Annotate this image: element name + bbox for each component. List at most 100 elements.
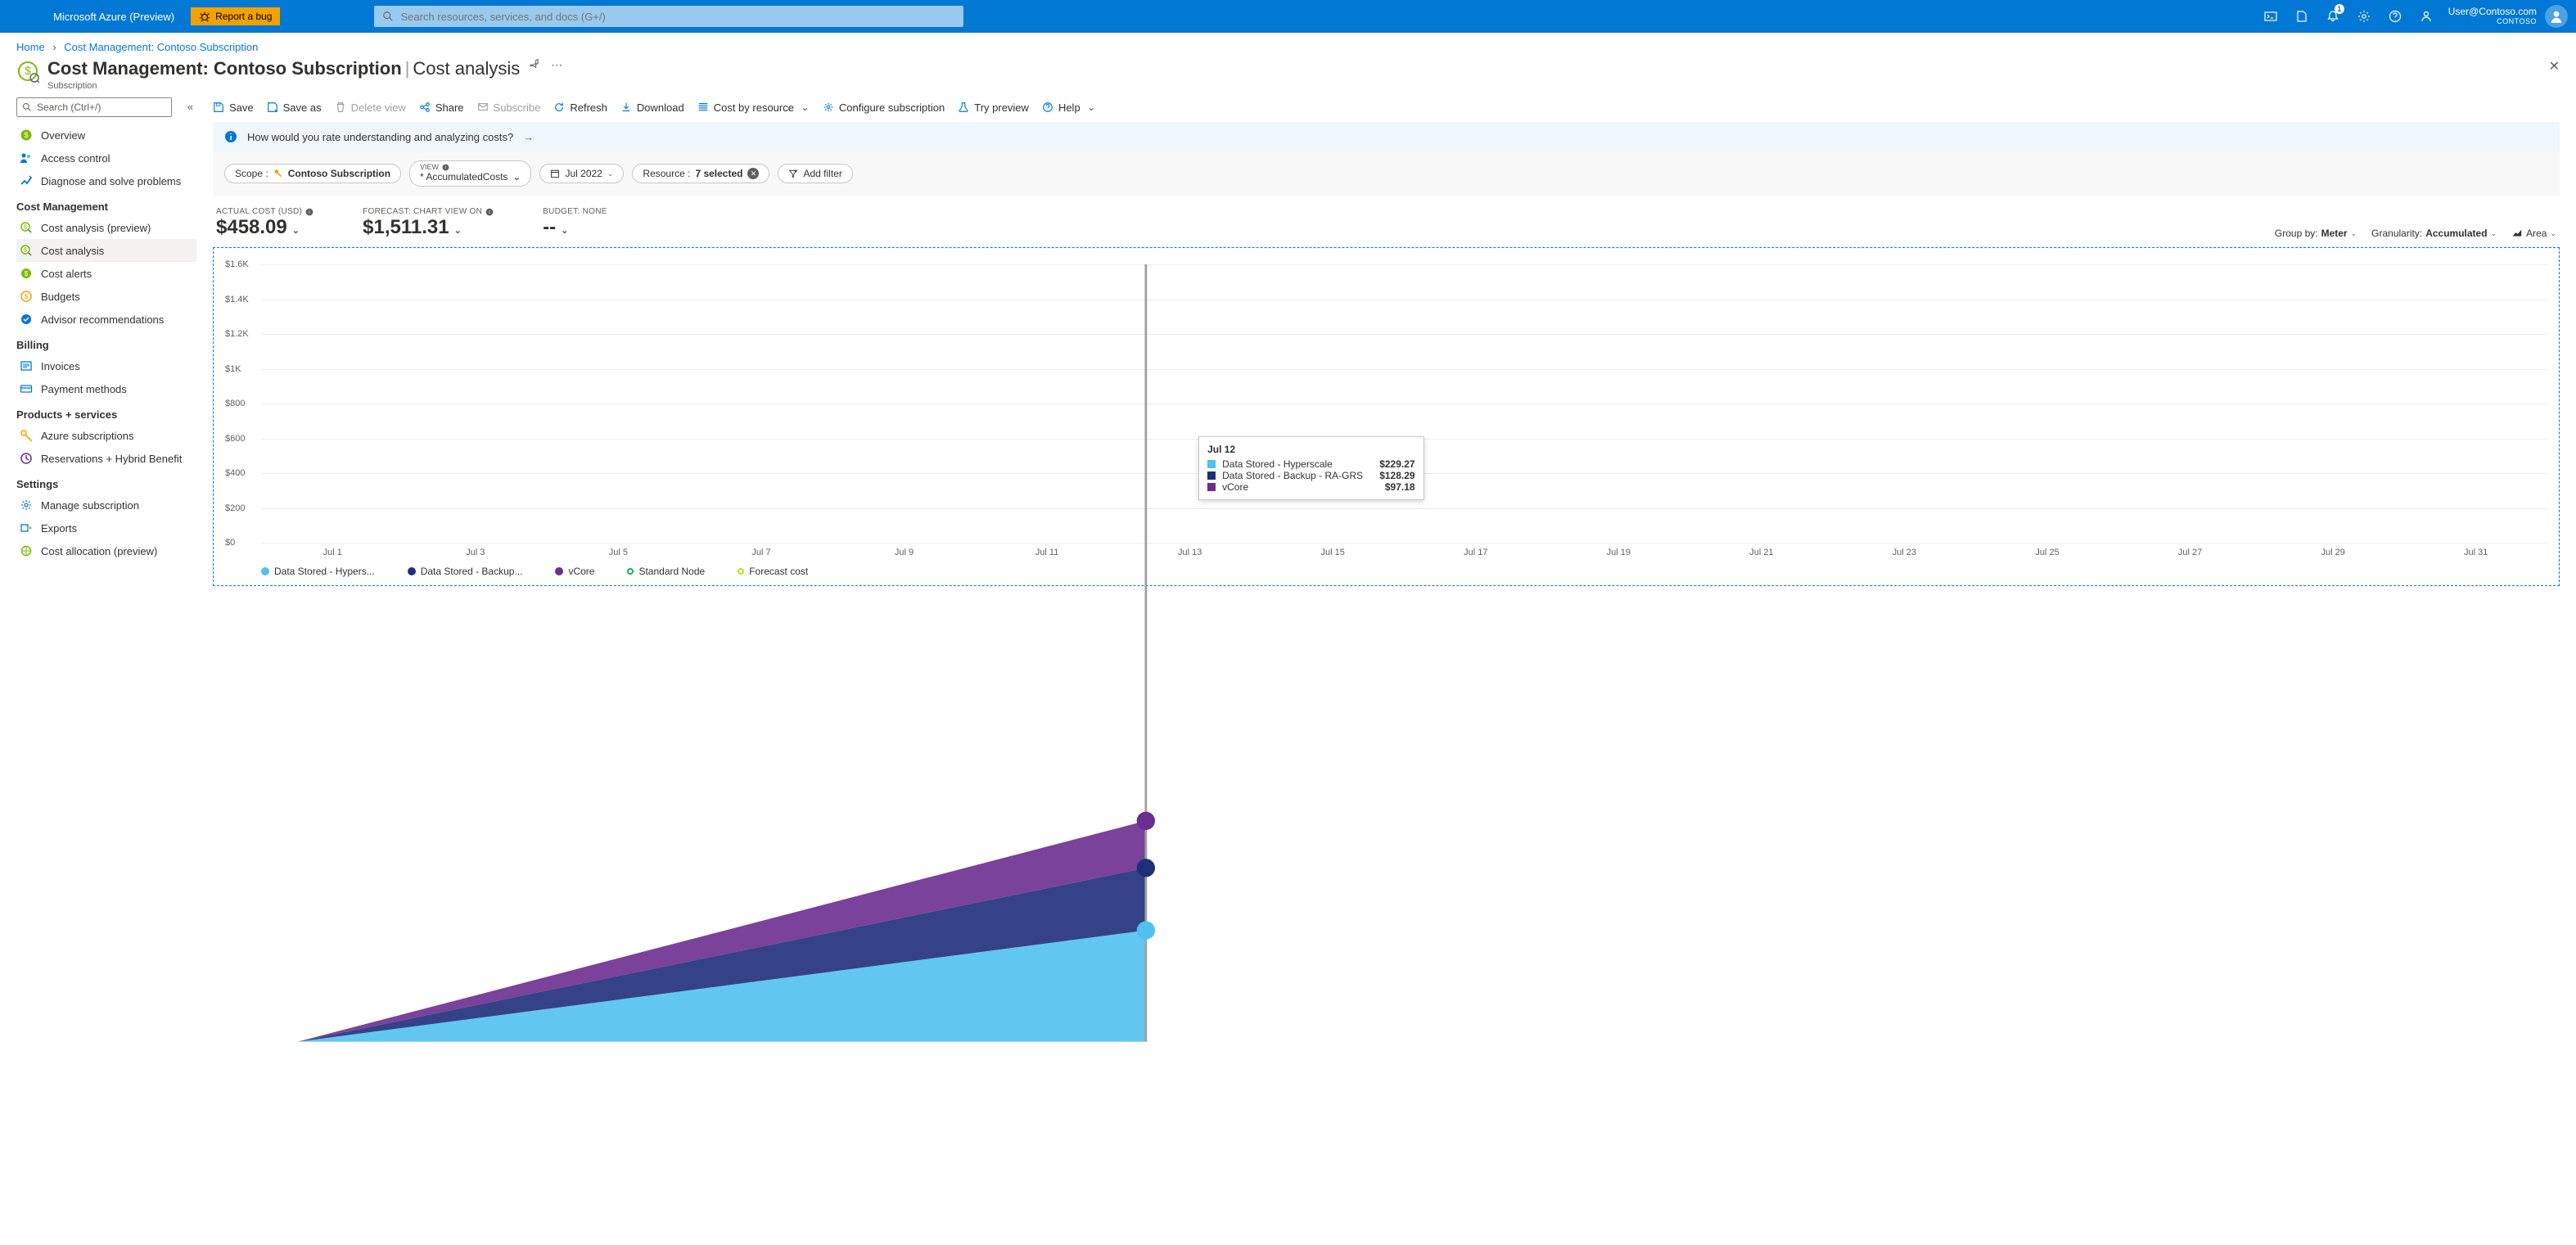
- title-bar: $ Cost Management: Contoso Subscription|…: [0, 58, 2576, 97]
- budget-icon: $: [20, 290, 33, 303]
- try-preview-button[interactable]: Try preview: [958, 101, 1029, 114]
- sidebar-item-cost-alerts[interactable]: $Cost alerts: [16, 262, 196, 285]
- breadcrumb-home[interactable]: Home: [16, 41, 45, 53]
- sidebar-item-cost-analysis[interactable]: $Cost analysis: [16, 239, 196, 262]
- sidebar: « Search (Ctrl+/) $Overview Access contr…: [16, 97, 196, 586]
- sidebar-item-reservations[interactable]: Reservations + Hybrid Benefit: [16, 447, 196, 470]
- help-icon[interactable]: [2381, 0, 2409, 33]
- chart-type-selector[interactable]: Area⌄: [2511, 228, 2556, 239]
- sidebar-item-exports[interactable]: Exports: [16, 516, 196, 539]
- cost-by-resource-button[interactable]: Cost by resource⌄: [697, 101, 810, 114]
- configure-button[interactable]: Configure subscription: [823, 101, 945, 114]
- chart-plot-area[interactable]: $1.6K $1.4K $1.2K $1K $800 $600 $400 $20…: [261, 264, 2547, 543]
- top-icons: 1: [2257, 0, 2440, 33]
- sidebar-item-budgets[interactable]: $Budgets: [16, 285, 196, 308]
- page-title: Cost Management: Contoso Subscription|Co…: [47, 58, 520, 79]
- feedback-icon[interactable]: [2412, 0, 2440, 33]
- metrics-row: ACTUAL COST (USD) i $458.09⌄ FORECAST: C…: [213, 196, 2560, 244]
- user-account[interactable]: User@Contoso.com CONTOSO: [2440, 7, 2545, 25]
- top-bar: Microsoft Azure (Preview) Report a bug 1…: [0, 0, 2576, 33]
- svg-text:$: $: [25, 270, 29, 277]
- user-email: User@Contoso.com: [2448, 7, 2537, 17]
- info-icon: i: [485, 208, 494, 216]
- chart-container: $1.6K $1.4K $1.2K $1K $800 $600 $400 $20…: [213, 247, 2560, 586]
- svg-text:i: i: [445, 165, 446, 170]
- feedback-banner[interactable]: How would you rate understanding and ana…: [213, 122, 2560, 152]
- brand[interactable]: Microsoft Azure (Preview): [0, 11, 184, 23]
- sidebar-item-access-control[interactable]: Access control: [16, 147, 196, 169]
- area-chart-icon: [2511, 228, 2523, 239]
- swatch: [1207, 483, 1216, 491]
- granularity-selector[interactable]: Granularity: Accumulated⌄: [2371, 228, 2497, 239]
- chart-svg: [261, 264, 2547, 1042]
- sidebar-item-cost-allocation[interactable]: Cost allocation (preview): [16, 539, 196, 562]
- banner-text: How would you rate understanding and ana…: [247, 131, 513, 143]
- groupby-selector[interactable]: Group by: Meter⌄: [2275, 228, 2357, 239]
- report-bug-button[interactable]: Report a bug: [191, 7, 280, 25]
- sidebar-item-cost-analysis-preview[interactable]: $Cost analysis (preview): [16, 216, 196, 239]
- allocation-icon: [20, 544, 33, 557]
- swatch: [1207, 460, 1216, 468]
- info-icon: i: [442, 164, 449, 171]
- view-selector[interactable]: VIEW i * AccumulatedCosts⌄: [409, 160, 531, 187]
- invoice-icon: [20, 359, 33, 372]
- metric-budget[interactable]: BUDGET: NONE --⌄: [543, 207, 607, 239]
- global-search[interactable]: [374, 6, 963, 27]
- collapse-sidebar-icon[interactable]: «: [187, 101, 193, 113]
- breadcrumb-current[interactable]: Cost Management: Contoso Subscription: [64, 41, 258, 53]
- sidebar-item-diagnose[interactable]: Diagnose and solve problems: [16, 169, 196, 192]
- metric-forecast[interactable]: FORECAST: CHART VIEW ON i $1,511.31⌄: [363, 207, 494, 239]
- command-bar: Save Save as Delete view Share Subscribe…: [213, 97, 2560, 122]
- refresh-button[interactable]: Refresh: [553, 101, 607, 114]
- metric-actual-cost[interactable]: ACTUAL COST (USD) i $458.09⌄: [216, 207, 314, 239]
- sidebar-search[interactable]: Search (Ctrl+/): [16, 97, 172, 117]
- diagnose-icon: [20, 174, 33, 187]
- svg-text:$: $: [25, 293, 29, 300]
- more-icon[interactable]: ⋯: [551, 58, 562, 72]
- remove-filter-icon[interactable]: ✕: [747, 168, 759, 179]
- pin-icon[interactable]: [530, 58, 541, 70]
- chart-controls: Group by: Meter⌄ Granularity: Accumulate…: [2275, 228, 2556, 239]
- scope-selector[interactable]: Scope : Contoso Subscription: [224, 164, 401, 183]
- avatar[interactable]: [2545, 5, 2568, 28]
- settings-icon[interactable]: [2350, 0, 2378, 33]
- user-org: CONTOSO: [2448, 18, 2537, 26]
- add-filter-button[interactable]: Add filter: [778, 164, 852, 183]
- info-icon: [224, 130, 237, 143]
- directory-icon[interactable]: [2288, 0, 2316, 33]
- sidebar-item-advisor[interactable]: Advisor recommendations: [16, 308, 196, 331]
- global-search-input[interactable]: [400, 11, 955, 23]
- notifications-icon[interactable]: 1: [2319, 0, 2347, 33]
- sidebar-group-heading: Products + services: [16, 400, 196, 424]
- alert-icon: $: [20, 267, 33, 280]
- svg-text:$: $: [24, 225, 27, 231]
- share-button[interactable]: Share: [419, 101, 464, 114]
- key-icon: [20, 429, 33, 442]
- resource-filter[interactable]: Resource : 7 selected ✕: [632, 164, 769, 183]
- save-button[interactable]: Save: [213, 101, 254, 114]
- analysis-icon: $: [20, 221, 33, 234]
- help-button[interactable]: Help⌄: [1042, 101, 1096, 114]
- svg-text:$: $: [24, 131, 28, 139]
- sidebar-item-subscriptions[interactable]: Azure subscriptions: [16, 424, 196, 447]
- sidebar-group-heading: Billing: [16, 331, 196, 354]
- sidebar-group-heading: Cost Management: [16, 192, 196, 216]
- svg-text:i: i: [489, 210, 490, 215]
- download-button[interactable]: Download: [620, 101, 684, 114]
- save-as-button[interactable]: Save as: [267, 101, 322, 114]
- breadcrumb: Home › Cost Management: Contoso Subscrip…: [0, 33, 2576, 58]
- people-icon: [20, 151, 33, 165]
- bug-icon: [199, 11, 210, 22]
- date-selector[interactable]: Jul 2022⌄: [539, 164, 624, 183]
- sidebar-group-heading: Settings: [16, 470, 196, 494]
- chart-tooltip: Jul 12 Data Stored - Hyperscale$229.27 D…: [1198, 436, 1423, 500]
- calendar-icon: [550, 169, 560, 178]
- sidebar-item-manage-sub[interactable]: Manage subscription: [16, 494, 196, 516]
- close-icon[interactable]: ✕: [2549, 58, 2560, 74]
- clock-icon: [20, 452, 33, 465]
- sidebar-item-overview[interactable]: $Overview: [16, 124, 196, 147]
- sidebar-item-invoices[interactable]: Invoices: [16, 354, 196, 377]
- page-subtitle: Subscription: [47, 81, 520, 91]
- cloud-shell-icon[interactable]: [2257, 0, 2285, 33]
- sidebar-item-payment[interactable]: Payment methods: [16, 377, 196, 400]
